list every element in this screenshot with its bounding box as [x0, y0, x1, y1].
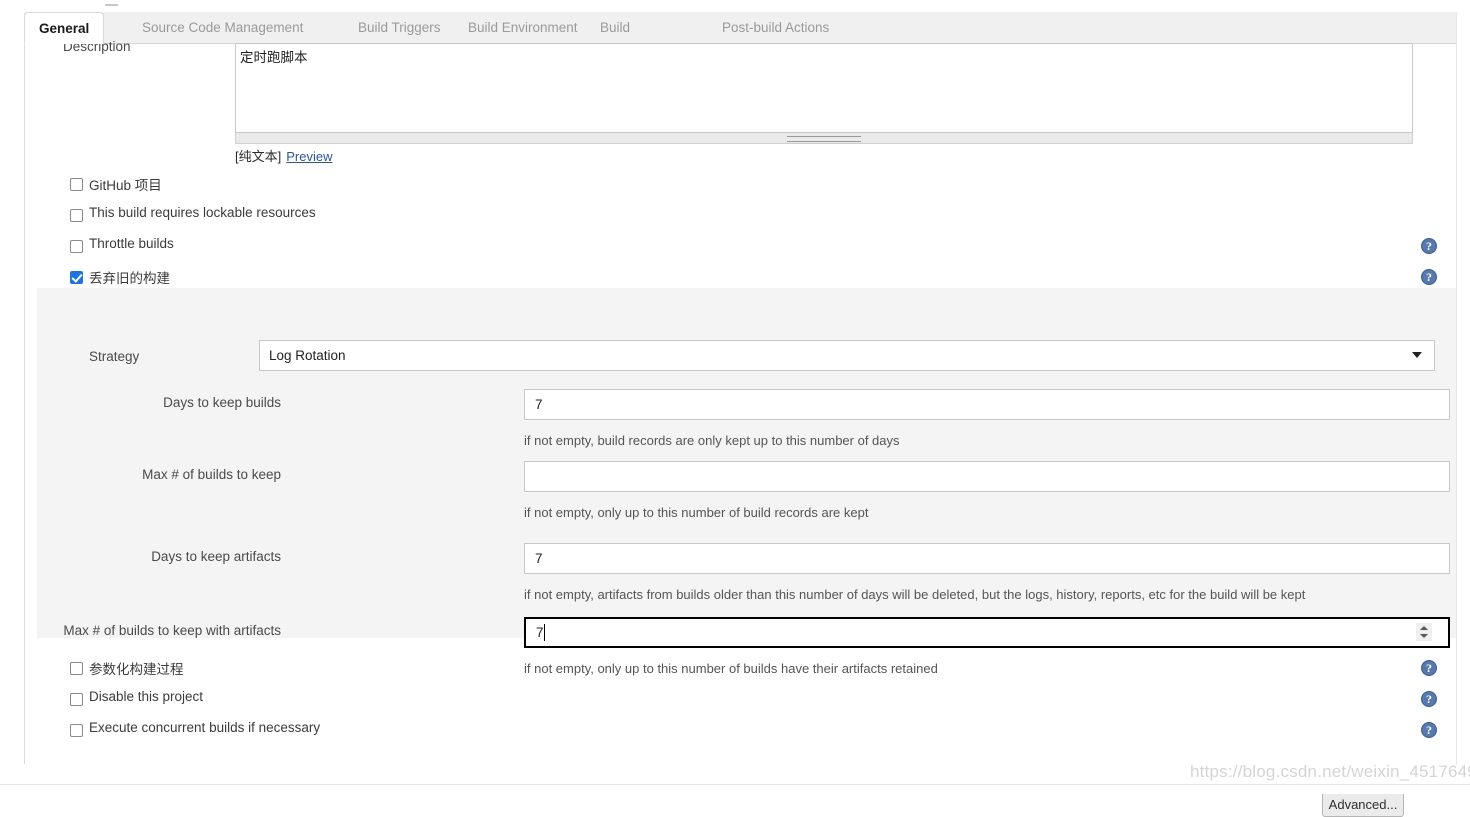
stepper-up-icon[interactable]: [1420, 626, 1428, 630]
checkbox-label: This build requires lockable resources: [89, 205, 316, 220]
resize-grip-icon: [787, 136, 861, 142]
checkbox-input[interactable]: [70, 724, 83, 737]
tab-build[interactable]: Build: [586, 12, 644, 44]
general-config-form: Description [纯文本]Preview GitHub 项目This b…: [24, 39, 1456, 817]
checkboxes_top-row-0[interactable]: GitHub 项目: [25, 170, 1456, 201]
right-page-edge: [1456, 12, 1470, 764]
tab-label: Post-build Actions: [722, 20, 830, 35]
tab-general[interactable]: General: [24, 12, 105, 44]
description-resize-grip[interactable]: [235, 133, 1413, 144]
field-hint: if not empty, only up to this number of …: [524, 505, 869, 520]
field-label: Days to keep artifacts: [151, 549, 281, 564]
logrotate-field-row-0: Days to keep builds: [37, 389, 1456, 420]
scroll-indicator-dash: [105, 4, 118, 6]
tab-post-build-actions[interactable]: Post-build Actions: [708, 12, 843, 44]
checkbox-input[interactable]: [70, 662, 83, 675]
help-icon[interactable]: [1421, 660, 1437, 676]
log-rotation-panel: Strategy Log Rotation Days to keep build…: [37, 288, 1456, 676]
field-input[interactable]: [524, 617, 1450, 648]
text-caret: [544, 624, 545, 641]
config-tab-bar: General Source Code Management Build Trigg…: [24, 12, 1456, 44]
preview-link[interactable]: Preview: [286, 149, 332, 164]
tab-source-code-management[interactable]: Source Code Management: [128, 12, 317, 44]
advanced-button[interactable]: Advanced...: [1322, 792, 1404, 817]
checkboxes_bottom-row-0[interactable]: 参数化构建过程: [25, 654, 1456, 685]
field-hint: if not empty, build records are only kep…: [524, 433, 900, 448]
checkboxes_bottom-row-1[interactable]: Disable this project: [25, 685, 1456, 716]
tab-build-environment[interactable]: Build Environment: [454, 12, 592, 44]
logrotate-field-row-2: Days to keep artifacts: [37, 543, 1456, 574]
checkbox-label: Execute concurrent builds if necessary: [89, 720, 321, 735]
checkbox-label: Throttle builds: [89, 236, 174, 251]
checkbox-input[interactable]: [70, 271, 83, 284]
tab-label: Source Code Management: [142, 20, 304, 35]
number-stepper[interactable]: [1416, 623, 1432, 641]
logrotate-field-row-1: Max # of builds to keep: [37, 461, 1456, 492]
field-label: Days to keep builds: [163, 395, 281, 410]
stepper-down-icon[interactable]: [1420, 634, 1428, 638]
help-icon[interactable]: [1421, 722, 1437, 738]
strategy-label: Strategy: [89, 349, 140, 364]
field-label: Max # of builds to keep with artifacts: [63, 623, 281, 638]
field-label: Max # of builds to keep: [142, 467, 281, 482]
logrotate-field-row-3: Max # of builds to keep with artifacts: [37, 617, 1456, 648]
checkbox-label: 参数化构建过程: [89, 662, 184, 677]
checkbox-label: Disable this project: [89, 689, 204, 704]
checkbox-label: 丢弃旧的构建: [89, 271, 170, 286]
field-hint: if not empty, artifacts from builds olde…: [524, 587, 1306, 602]
description-textarea[interactable]: [235, 43, 1413, 133]
chevron-down-icon: [1412, 352, 1422, 358]
tab-build-triggers[interactable]: Build Triggers: [344, 12, 455, 44]
field-input[interactable]: [524, 461, 1450, 492]
checkbox-label: GitHub 项目: [89, 178, 162, 193]
tab-label: General: [39, 21, 90, 36]
watermark-text: https://blog.csdn.net/weixin_45176498: [1190, 762, 1470, 781]
field-input[interactable]: [524, 389, 1450, 420]
help-icon[interactable]: [1421, 269, 1437, 285]
help-icon[interactable]: [1421, 238, 1437, 254]
strategy-select[interactable]: Log Rotation: [259, 340, 1435, 371]
tab-label: Build Triggers: [358, 20, 441, 35]
tab-label: Build: [600, 20, 631, 35]
checkbox-input[interactable]: [70, 240, 83, 253]
plain-text-marker: [纯文本]: [235, 149, 282, 164]
checkboxes_top-row-1[interactable]: This build requires lockable resources: [25, 201, 1456, 232]
checkbox-input[interactable]: [70, 178, 83, 191]
checkboxes_top-row-2[interactable]: Throttle builds: [25, 232, 1456, 263]
strategy-selected-value: Log Rotation: [269, 348, 346, 363]
field-input[interactable]: [524, 543, 1450, 574]
checkbox-input[interactable]: [70, 693, 83, 706]
description-links: [纯文本] Preview: [235, 146, 332, 165]
tab-label: Build Environment: [468, 20, 578, 35]
checkboxes_bottom-row-2[interactable]: Execute concurrent builds if necessary: [25, 716, 1456, 747]
window-top-strip: [0, 0, 1470, 12]
help-icon[interactable]: [1421, 691, 1437, 707]
checkbox-input[interactable]: [70, 209, 83, 222]
